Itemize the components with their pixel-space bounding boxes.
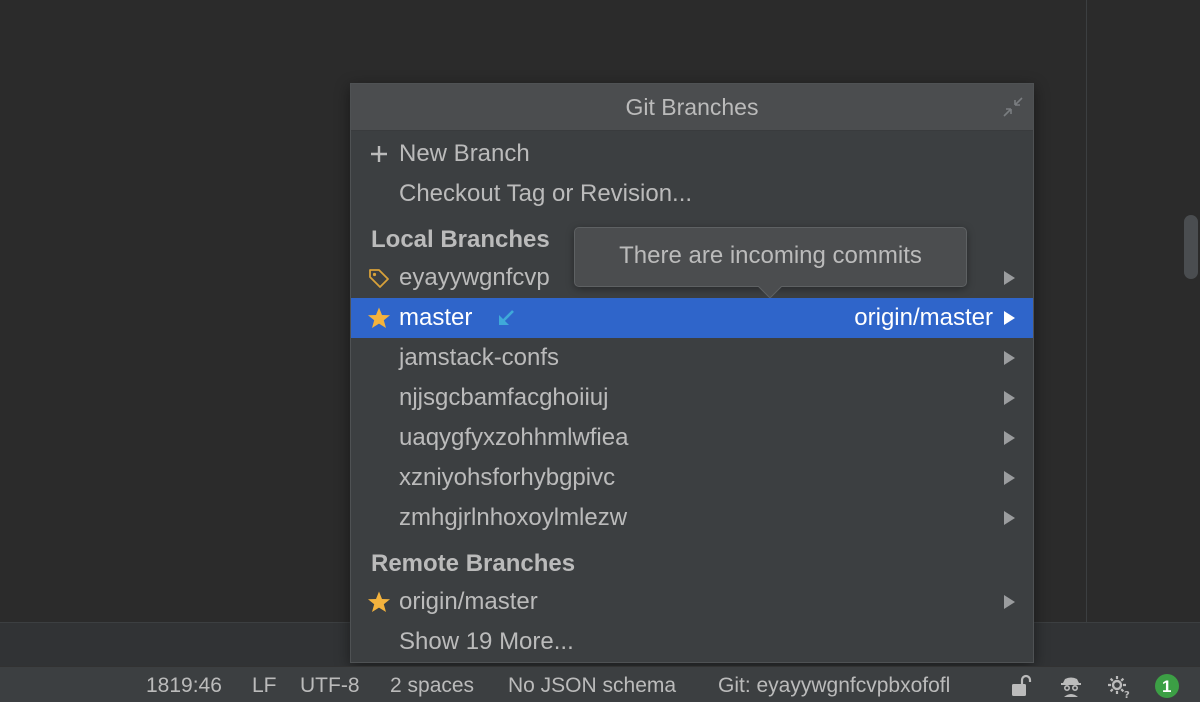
caret-position[interactable]: 1819:46 xyxy=(146,675,222,697)
show-more-item[interactable]: Show 19 More... xyxy=(351,622,1033,662)
submenu-arrow-icon xyxy=(1004,471,1015,485)
star-icon xyxy=(368,591,390,612)
new-branch-item[interactable]: New Branch xyxy=(351,134,1033,174)
tooltip-text: There are incoming commits xyxy=(619,242,922,269)
inspector-icon[interactable] xyxy=(1058,673,1084,699)
submenu-arrow-icon xyxy=(1004,311,1015,325)
branch-name: jamstack-confs xyxy=(399,344,560,371)
branch-item-jamstack-confs[interactable]: jamstack-confs xyxy=(351,338,1033,378)
tooltip-pointer xyxy=(758,286,782,298)
git-branch-widget[interactable]: Git: eyayywgnfcvpbxofofl xyxy=(718,675,950,697)
branch-name: uaqygfyxzohhmlwfiea xyxy=(399,424,629,451)
tracking-branch: origin/master xyxy=(854,304,993,331)
branch-name: origin/master xyxy=(399,588,538,615)
branch-name: zmhgjrlnhoxoylmlezw xyxy=(399,504,628,531)
submenu-arrow-icon xyxy=(1004,271,1015,285)
branch-item-zmhgjrlnhoxoylmlezw[interactable]: zmhgjrlnhoxoylmlezw xyxy=(351,498,1033,538)
show-more-label: Show 19 More... xyxy=(399,628,574,655)
line-separator[interactable]: LF xyxy=(252,675,277,697)
editor-scrollbar-thumb[interactable] xyxy=(1184,215,1198,279)
branch-name: eyayywgnfcvp xyxy=(399,264,550,291)
branch-item-uaqygfyxzohhmlwfiea[interactable]: uaqygfyxzohhmlwfiea xyxy=(351,418,1033,458)
incoming-commits-tooltip: There are incoming commits xyxy=(574,227,967,287)
notifications-count: 1 xyxy=(1162,677,1172,696)
submenu-arrow-icon xyxy=(1004,595,1015,609)
plus-icon xyxy=(371,146,387,162)
branch-item-njjsgcbamfacghoiiuj[interactable]: njjsgcbamfacghoiiuj xyxy=(351,378,1033,418)
star-icon xyxy=(368,307,390,328)
branch-item-xzniyohsforhybgpivc[interactable]: xzniyohsforhybgpivc xyxy=(351,458,1033,498)
svg-text:?: ? xyxy=(1124,690,1130,699)
branch-item-master[interactable]: master origin/master xyxy=(351,298,1033,338)
file-encoding[interactable]: UTF-8 xyxy=(300,675,360,697)
branch-name: njjsgcbamfacghoiiuj xyxy=(399,384,609,411)
submenu-arrow-icon xyxy=(1004,391,1015,405)
settings-help-icon[interactable]: ? xyxy=(1106,673,1132,699)
branch-item-origin-master[interactable]: origin/master xyxy=(351,582,1033,622)
checkout-tag-item[interactable]: Checkout Tag or Revision... xyxy=(351,174,1033,214)
checkout-tag-label: Checkout Tag or Revision... xyxy=(399,180,693,207)
branch-name: master xyxy=(399,304,473,331)
indent-setting[interactable]: 2 spaces xyxy=(390,675,474,697)
git-branches-popup: Git Branches New Branch Checkout Tag or … xyxy=(350,83,1034,663)
unlock-icon[interactable] xyxy=(1008,673,1034,699)
json-schema[interactable]: No JSON schema xyxy=(508,675,676,697)
submenu-arrow-icon xyxy=(1004,431,1015,445)
right-margin-guide xyxy=(1086,0,1087,622)
popup-title: Git Branches xyxy=(625,94,759,120)
remote-branches-heading: Remote Branches xyxy=(371,550,576,577)
new-branch-label: New Branch xyxy=(399,140,530,167)
incoming-commits-icon xyxy=(499,310,514,325)
collapse-icon[interactable] xyxy=(1001,95,1025,119)
branch-name: xzniyohsforhybgpivc xyxy=(399,464,616,491)
tag-icon xyxy=(369,269,389,288)
local-branches-heading: Local Branches xyxy=(371,226,550,253)
popup-header[interactable]: Git Branches xyxy=(351,84,1033,131)
submenu-arrow-icon xyxy=(1004,351,1015,365)
status-bar: 1819:46 LF UTF-8 2 spaces No JSON schema… xyxy=(0,666,1200,702)
submenu-arrow-icon xyxy=(1004,511,1015,525)
